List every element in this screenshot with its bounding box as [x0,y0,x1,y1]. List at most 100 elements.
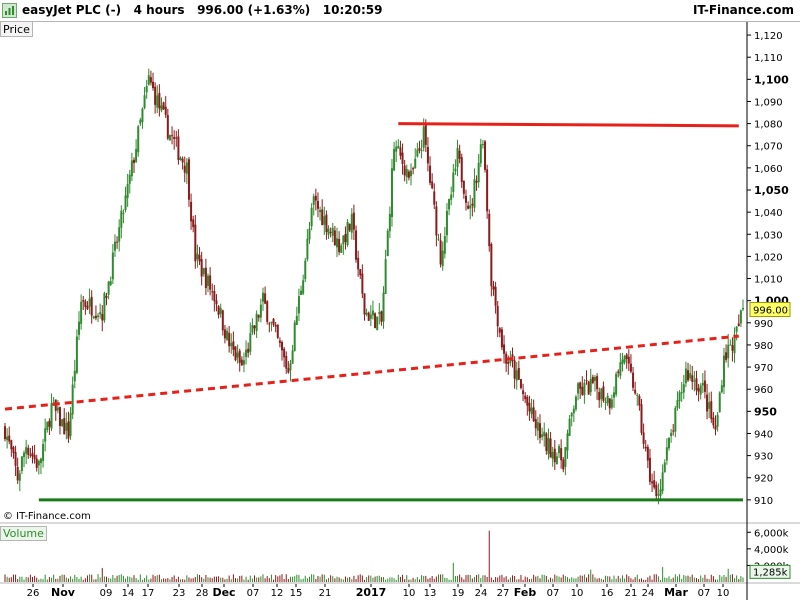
candle [152,72,155,91]
candle [287,361,290,374]
candle-body [257,315,260,318]
candle [232,331,235,357]
candle [490,242,493,297]
candle [348,223,351,233]
candle-body [710,401,713,420]
candle-body [185,162,188,174]
candle [4,423,6,442]
candle [147,68,150,86]
candle-body [223,329,226,339]
candle-body [287,368,290,373]
candle [207,273,210,293]
chart-canvas[interactable]: 9109209309409509609709809901,0001,0101,0… [0,0,800,600]
candle [215,294,218,312]
candle-body [190,201,193,222]
candle-body [651,481,654,484]
candle-body [270,321,273,323]
candle-body [37,460,40,466]
candle-body [291,350,294,364]
candle [388,206,391,239]
candle-body [716,414,719,427]
x-tick-label: 07 [247,588,260,599]
candle [16,457,19,484]
candle-body [475,181,478,183]
candle-body [295,315,298,325]
candle-body [500,329,503,348]
candle [10,439,13,457]
candle [653,470,656,490]
candle-body [361,273,364,294]
candle-body [587,381,590,395]
candle-body [46,421,49,430]
candle [458,144,461,164]
candle-body [591,376,594,383]
candle [128,169,131,194]
candle-body [202,268,205,275]
candle [168,134,171,141]
candle-body [617,371,620,373]
candle-body [268,323,271,325]
candle-body [545,433,548,451]
candle-body [445,210,448,236]
candle-body [266,301,269,322]
candle [245,340,248,365]
candle [257,314,260,322]
candle [642,423,645,449]
candle-body [333,230,336,246]
candle-body [737,323,740,327]
candle [109,276,112,286]
candle [73,359,76,389]
price-tick-label: 990 [754,319,773,330]
candle-body [551,451,554,459]
candle [659,479,662,501]
candle-body [386,230,389,257]
candle [718,391,721,413]
candle [44,418,47,452]
candle-body [585,380,588,382]
candle-body [135,148,138,162]
candle [58,406,61,435]
candle [522,383,525,402]
candle [27,444,30,459]
candle [731,337,734,362]
candle [397,139,400,149]
candle [365,308,368,317]
candle [477,154,480,188]
candle-body [720,385,723,393]
x-tick-label: 16 [601,588,614,599]
candle [416,142,419,158]
candle-body [672,430,675,432]
last-price-label: 996.00 [753,306,788,317]
candle [407,169,410,181]
candle [69,407,72,440]
candle [238,348,241,372]
candle [564,446,567,476]
candle-body [219,307,222,314]
candle [450,186,453,206]
candle-body [285,356,288,369]
price-tick-label: 1,060 [754,164,783,175]
candle [209,267,212,296]
candle [335,227,338,258]
candle [340,243,343,253]
candle [234,346,237,362]
candle [306,229,309,262]
candle [473,168,476,213]
candle-body [154,86,157,105]
candle [135,139,138,164]
candle [661,464,664,495]
candle-body [44,428,47,442]
candle-body [73,370,76,382]
candle-body [399,147,402,156]
candle-body [177,136,180,160]
candle [613,386,616,408]
candle [399,140,402,160]
candle [574,394,577,412]
candle [663,459,666,473]
candle [484,140,487,173]
candle [113,234,116,257]
candle-body [553,448,556,463]
candle-body [693,380,696,382]
candle-body [619,362,622,376]
candle-body [638,395,641,406]
